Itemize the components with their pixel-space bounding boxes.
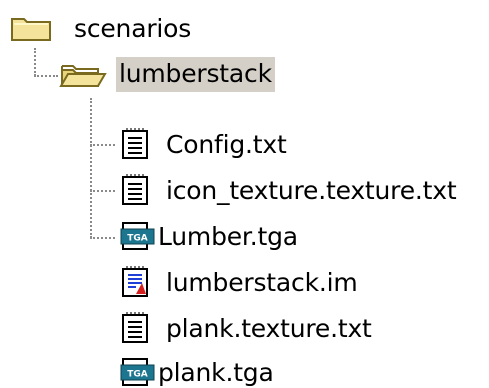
text-file-icon [120, 173, 154, 207]
tree-item-lumberstack[interactable]: lumberstack [58, 52, 275, 96]
tree-item-label: plank.texture.txt [166, 313, 372, 343]
tree-item-icon-texture-texture-txt[interactable]: icon_texture.texture.txt [120, 168, 457, 212]
tree-connector [90, 144, 115, 146]
tree-item-plank-tga[interactable]: TGA plank.tga [120, 350, 274, 388]
file-tree: scenarios lumberstack Config.txt icon_te… [0, 0, 489, 388]
tree-connector [90, 237, 115, 239]
im-file-icon [120, 265, 154, 299]
folder-open-icon [58, 58, 108, 90]
tree-item-label: plank.tga [158, 357, 274, 387]
tree-item-label: lumberstack [116, 56, 275, 92]
tree-item-lumberstack-im[interactable]: lumberstack.im [120, 260, 358, 304]
tree-item-config-txt[interactable]: Config.txt [120, 122, 287, 166]
text-file-icon [120, 127, 154, 161]
folder-closed-icon [10, 13, 54, 43]
tree-connector [34, 48, 36, 76]
tree-item-plank-texture-txt[interactable]: plank.texture.txt [120, 306, 372, 350]
tree-item-label: icon_texture.texture.txt [166, 175, 457, 205]
tree-item-label: lumberstack.im [166, 267, 358, 297]
svg-text:TGA: TGA [127, 234, 148, 244]
tree-item-label: scenarios [74, 13, 192, 43]
tree-item-label: Lumber.tga [158, 221, 298, 251]
tree-item-lumber-tga[interactable]: TGA Lumber.tga [120, 214, 298, 258]
tree-connector [34, 75, 58, 77]
tree-item-label: Config.txt [166, 129, 287, 159]
svg-text:TGA: TGA [127, 370, 148, 380]
tga-file-icon: TGA [120, 355, 156, 388]
text-file-icon [120, 311, 154, 345]
tree-item-scenarios[interactable]: scenarios [10, 6, 191, 50]
tree-connector [90, 98, 92, 238]
tree-connector [90, 190, 115, 192]
tga-file-icon: TGA [120, 219, 156, 253]
